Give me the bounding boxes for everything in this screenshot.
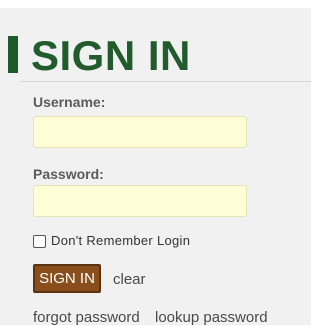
- forgot-password-link[interactable]: forgot password: [33, 309, 140, 326]
- username-input[interactable]: [33, 116, 247, 148]
- remember-login-label[interactable]: Don't Remember Login: [51, 233, 190, 249]
- password-label: Password:: [33, 166, 104, 182]
- title-accent-bar: [8, 36, 18, 73]
- remember-login-row[interactable]: Don't Remember Login: [33, 232, 190, 250]
- sign-in-button[interactable]: SIGN IN: [33, 264, 101, 293]
- clear-link[interactable]: clear: [113, 271, 146, 288]
- title-divider: [20, 81, 311, 82]
- password-input[interactable]: [33, 185, 247, 217]
- remember-login-checkbox[interactable]: [33, 234, 46, 248]
- page-title: SIGN IN: [31, 32, 191, 79]
- lookup-password-link[interactable]: lookup password: [155, 309, 268, 326]
- username-label: Username:: [33, 94, 106, 110]
